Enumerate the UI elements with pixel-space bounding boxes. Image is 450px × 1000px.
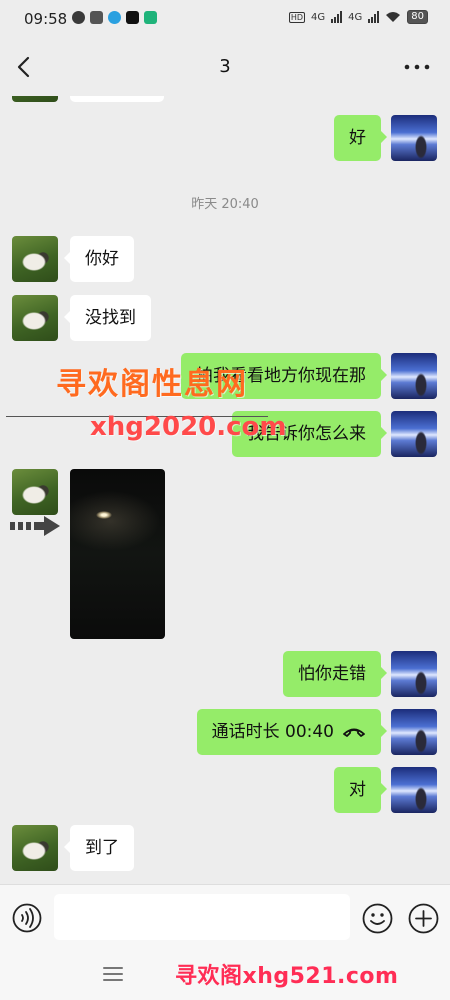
- menu-icon[interactable]: [103, 965, 123, 983]
- signal-icon: [368, 11, 380, 23]
- avatar[interactable]: [12, 96, 58, 102]
- telegram-icon: [108, 11, 121, 24]
- message-bubble[interactable]: 没找到: [64, 295, 151, 341]
- avatar[interactable]: [12, 295, 58, 341]
- network-type-1: 4G: [311, 11, 326, 23]
- chat-title: 3: [219, 56, 231, 77]
- avatar[interactable]: [391, 767, 437, 813]
- avatar[interactable]: [391, 651, 437, 697]
- call-record-bubble[interactable]: 通话时长 00:40: [196, 709, 388, 755]
- message-bubble[interactable]: 你好: [64, 236, 134, 282]
- video-message[interactable]: [70, 469, 165, 639]
- phone-hangup-icon: [343, 728, 365, 737]
- avatar[interactable]: [12, 825, 58, 871]
- battery-level: 80: [407, 10, 428, 24]
- arrow-right-icon: [10, 516, 60, 536]
- watermark-url: xhg2020.com: [90, 412, 287, 442]
- network-type-2: 4G: [348, 11, 363, 23]
- message-bubble[interactable]: 好: [334, 115, 387, 161]
- message-bubble[interactable]: 怕你走错: [283, 651, 387, 697]
- system-nav-bar: 寻欢阁xhg521.com: [0, 950, 450, 1000]
- signal-icon: [331, 11, 343, 23]
- input-bar: [0, 884, 450, 951]
- hd-label: HD: [288, 11, 306, 23]
- message-list[interactable]: 好 昨天 20:40 你好 没找到 拍我看看地方你现在那 我告诉你怎么来 怕你走…: [0, 96, 450, 884]
- chat-header: 3: [0, 38, 450, 96]
- status-app-icons: [72, 11, 157, 24]
- plus-icon[interactable]: [408, 903, 439, 934]
- message-bubble[interactable]: [70, 96, 164, 102]
- avatar[interactable]: [391, 353, 437, 399]
- message-bubble[interactable]: 对: [334, 767, 387, 813]
- avatar[interactable]: [391, 411, 437, 457]
- avatar[interactable]: [12, 469, 58, 515]
- avatar[interactable]: [12, 236, 58, 282]
- watermark-text: 寻欢阁性息网: [56, 367, 248, 402]
- status-right: HD 4G 4G 80: [288, 10, 428, 24]
- voice-icon[interactable]: [12, 903, 42, 933]
- message-input[interactable]: [54, 894, 350, 940]
- avatar[interactable]: [391, 709, 437, 755]
- app-icon: [90, 11, 103, 24]
- status-time: 09:58: [24, 10, 68, 28]
- timestamp: 昨天 20:40: [191, 197, 259, 212]
- app-icon: [72, 11, 85, 24]
- status-bar: 09:58 HD 4G 4G 80: [0, 0, 450, 38]
- tiktok-icon: [126, 11, 139, 24]
- app-icon: [144, 11, 157, 24]
- emoji-icon[interactable]: [362, 903, 393, 934]
- call-duration: 通话时长 00:40: [211, 722, 334, 742]
- avatar[interactable]: [391, 115, 437, 161]
- wifi-icon: [386, 12, 401, 22]
- message-bubble[interactable]: 到了: [64, 825, 134, 871]
- watermark-bottom: 寻欢阁xhg521.com: [175, 964, 399, 989]
- more-dots-icon[interactable]: [402, 54, 432, 80]
